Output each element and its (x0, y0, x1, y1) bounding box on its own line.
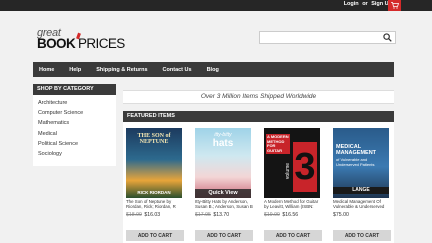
nav-home[interactable]: Home (39, 67, 54, 73)
old-price: $17.95 (195, 212, 211, 218)
search-box (259, 31, 396, 50)
sale-price: $75.00 (333, 212, 349, 218)
cover-volume-label: volume (285, 162, 292, 180)
sidebar-heading: SHOP BY CATEGORY (33, 84, 116, 95)
product-title[interactable]: Medical Management Of Vulnerable & Under… (333, 199, 391, 210)
cover-volume-number: 3 (293, 142, 317, 192)
product-title[interactable]: The Son of Neptune by Riordan, Rick; Rio… (126, 199, 184, 210)
nav-shipping-returns[interactable]: Shipping & Returns (96, 67, 147, 73)
search-icon[interactable] (383, 33, 392, 42)
cover-title: MEDICAL MANAGEMENT (336, 144, 377, 156)
product-card[interactable]: itty-bitty hats Quick View Itty-Bitty Ha… (192, 122, 254, 243)
featured-heading: FEATURED ITEMS (123, 111, 394, 122)
sidebar-item-medical[interactable]: Medical (38, 129, 111, 139)
cart-icon (390, 2, 399, 9)
login-link[interactable]: Login (344, 1, 359, 7)
shipping-banner: Over 3 Million Items Shipped Worldwide (123, 90, 394, 104)
main-nav: Home Help Shipping & Returns Contact Us … (33, 62, 394, 77)
product-title[interactable]: A Modern Method for Guitar by Leavitt, W… (264, 199, 322, 210)
product-price: $75.00 (333, 212, 349, 218)
sidebar-item-political-science[interactable]: Political Science (38, 139, 111, 149)
product-card[interactable]: A MODERN METHOD FOR GUITAR 3 volume A Mo… (261, 122, 323, 243)
cover-author: RICK RIORDAN (137, 190, 171, 195)
cover-subtitle: of Vulnerable and Underserved Patients (336, 157, 375, 167)
old-price: $19.99 (264, 212, 280, 218)
cover-publisher: LANGE (333, 187, 389, 194)
product-price: $19.99 $16.56 (264, 212, 298, 218)
sidebar-item-computer-science[interactable]: Computer Science (38, 108, 111, 118)
site-logo[interactable]: great BOOK PRICES (37, 27, 129, 51)
add-to-cart-button[interactable]: ADD TO CART (333, 230, 391, 241)
category-sidebar: SHOP BY CATEGORY Architecture Computer S… (33, 84, 116, 166)
sidebar-item-mathematics[interactable]: Mathematics (38, 118, 111, 128)
logo-book: BOOK (37, 36, 76, 51)
or-text: or (362, 1, 368, 7)
sidebar-item-sociology[interactable]: Sociology (38, 149, 111, 159)
old-price: $18.99 (126, 212, 142, 218)
nav-blog[interactable]: Blog (207, 67, 219, 73)
search-input[interactable] (260, 38, 380, 50)
product-card[interactable]: MEDICAL MANAGEMENT of Vulnerable and Und… (330, 122, 392, 243)
sale-price: $13.70 (213, 212, 230, 218)
cart-button[interactable] (388, 0, 401, 11)
sidebar-item-architecture[interactable]: Architecture (38, 98, 111, 108)
book-cover[interactable]: MEDICAL MANAGEMENT of Vulnerable and Und… (333, 128, 389, 198)
nav-help[interactable]: Help (69, 67, 81, 73)
auth-links: Login or Sign Up (342, 1, 392, 7)
product-title[interactable]: Itty-Bitty Hats by Anderson, Susan B.; A… (195, 199, 253, 210)
featured-products: THE SON of NEPTUNE RICK RIORDAN The Son … (123, 122, 394, 243)
add-to-cart-button[interactable]: ADD TO CART (264, 230, 322, 241)
product-price: $18.99 $16.03 (126, 212, 160, 218)
top-bar: Login or Sign Up (0, 0, 432, 11)
nav-contact-us[interactable]: Contact Us (163, 67, 192, 73)
product-card[interactable]: THE SON of NEPTUNE RICK RIORDAN The Son … (123, 122, 185, 243)
quick-view-button[interactable]: Quick View (195, 189, 251, 198)
sale-price: $16.56 (282, 212, 299, 218)
add-to-cart-button[interactable]: ADD TO CART (195, 230, 253, 241)
cover-subtitle: hats (212, 138, 234, 149)
add-to-cart-button[interactable]: ADD TO CART (126, 230, 184, 241)
product-price: $17.95 $13.70 (195, 212, 229, 218)
book-cover[interactable]: THE SON of NEPTUNE RICK RIORDAN (126, 128, 182, 198)
cover-title: THE SON of NEPTUNE (137, 133, 171, 145)
cover-title: A MODERN METHOD FOR GUITAR (266, 134, 290, 154)
book-cover[interactable]: itty-bitty hats Quick View (195, 128, 251, 198)
sale-price: $16.03 (144, 212, 161, 218)
logo-prices: PRICES (78, 36, 125, 51)
book-cover[interactable]: A MODERN METHOD FOR GUITAR 3 volume (264, 128, 320, 198)
